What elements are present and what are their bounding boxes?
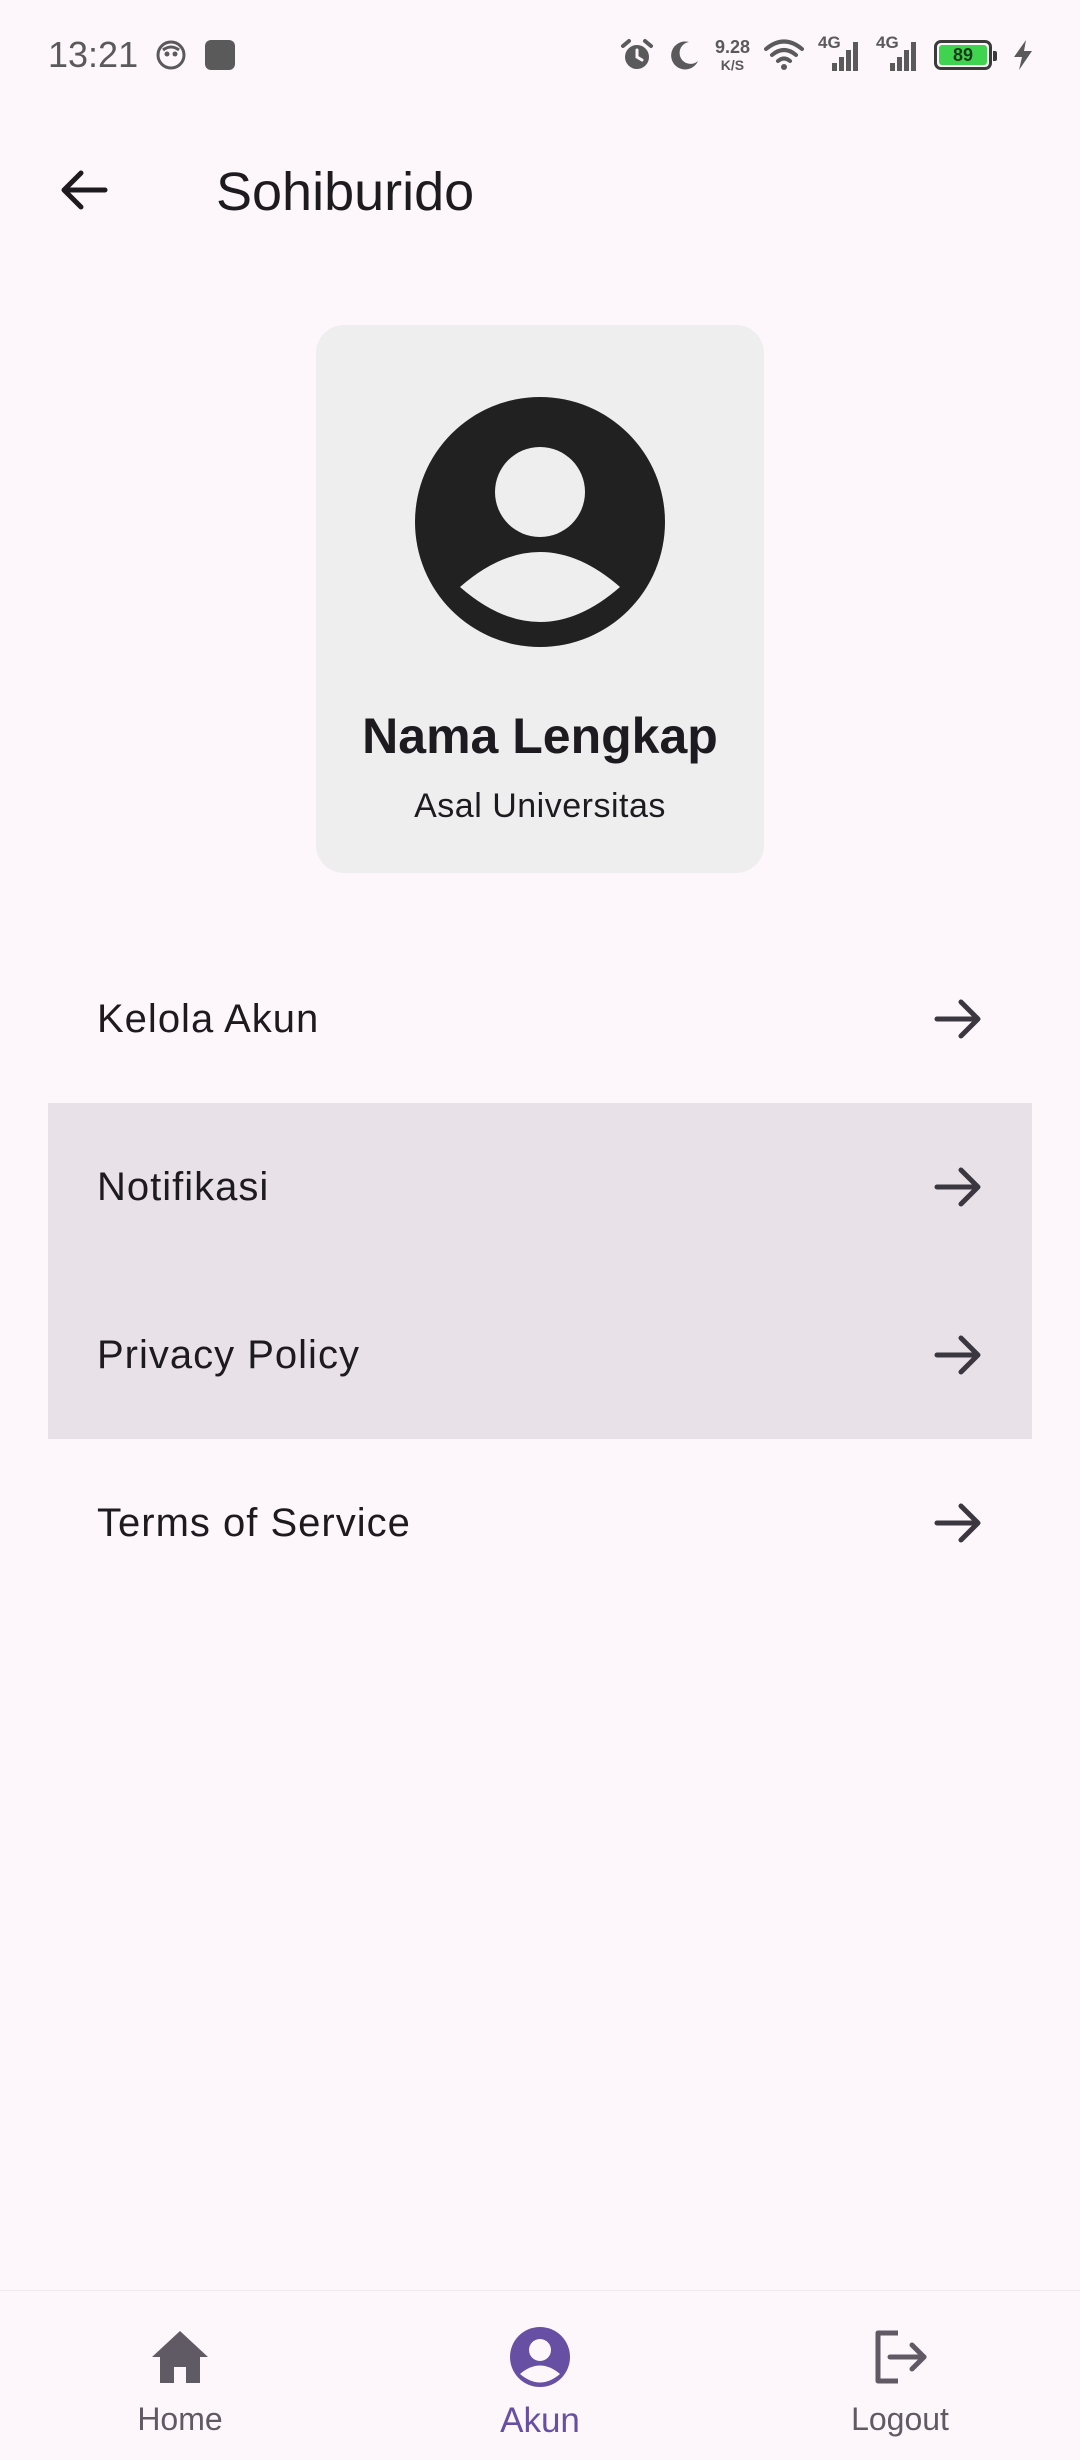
app-bar: Sohiburido	[0, 130, 1080, 254]
nav-item-akun[interactable]: Akun	[360, 2291, 720, 2460]
account-screen: 13:21 9.28 K/S 4G 4G 89 Sohiburido Nama …	[0, 0, 1080, 2460]
nav-item-logout[interactable]: Logout	[720, 2291, 1080, 2460]
menu-item-notifikasi[interactable]: Notifikasi	[48, 1103, 1032, 1271]
signal-icon: 4G	[818, 33, 862, 73]
alarm-icon	[619, 37, 655, 73]
account-circle-icon	[504, 2321, 576, 2393]
bottom-navigation: Home Akun Logout	[0, 2290, 1080, 2460]
home-icon	[144, 2321, 216, 2393]
menu-item-label: Kelola Akun	[97, 996, 320, 1041]
page-title: Sohiburido	[216, 162, 475, 222]
profile-university: Asal Universitas	[414, 787, 666, 825]
wifi-icon	[764, 39, 804, 71]
arrow-forward-icon	[930, 991, 986, 1047]
status-right: 9.28 K/S 4G 4G 89	[619, 33, 1034, 73]
network-speed: 9.28 K/S	[715, 38, 750, 72]
nav-label-logout: Logout	[851, 2401, 949, 2437]
battery-icon: 89	[934, 40, 997, 70]
profile-card: Nama Lengkap Asal Universitas	[316, 325, 764, 873]
avatar	[415, 397, 665, 647]
moon-icon	[669, 39, 701, 71]
status-bar: 13:21 9.28 K/S 4G 4G 89	[0, 0, 1080, 110]
status-left: 13:21	[48, 34, 236, 76]
arrow-forward-icon	[930, 1159, 986, 1215]
signal-1-label: 4G	[818, 33, 841, 52]
arrow-forward-icon	[930, 1495, 986, 1551]
net-speed-unit: K/S	[720, 57, 745, 73]
signal-2-label: 4G	[876, 33, 899, 52]
signal-icon: 4G	[876, 33, 920, 73]
menu-item-label: Privacy Policy	[97, 1332, 360, 1377]
menu-item-terms-of-service[interactable]: Terms of Service	[48, 1439, 1032, 1607]
battery-level: 89	[939, 45, 987, 65]
square-app-icon	[204, 39, 236, 71]
nav-label-home: Home	[137, 2401, 223, 2437]
arrow-back-icon	[57, 163, 111, 222]
net-speed-value: 9.28	[714, 37, 750, 57]
messenger-icon	[156, 40, 186, 70]
account-circle-icon	[415, 397, 665, 647]
menu-item-privacy-policy[interactable]: Privacy Policy	[48, 1271, 1032, 1439]
nav-label-akun: Akun	[500, 2401, 580, 2440]
nav-item-home[interactable]: Home	[0, 2291, 360, 2460]
back-button[interactable]	[36, 144, 132, 240]
settings-menu: Kelola Akun Notifikasi Privacy Policy Te…	[48, 935, 1032, 1607]
status-time: 13:21	[48, 34, 139, 75]
arrow-forward-icon	[930, 1327, 986, 1383]
menu-item-kelola-akun[interactable]: Kelola Akun	[48, 935, 1032, 1103]
menu-item-label: Notifikasi	[97, 1164, 270, 1209]
profile-name: Nama Lengkap	[362, 708, 718, 764]
charging-icon	[1012, 39, 1034, 71]
logout-icon	[864, 2321, 936, 2393]
menu-item-label: Terms of Service	[97, 1500, 411, 1545]
